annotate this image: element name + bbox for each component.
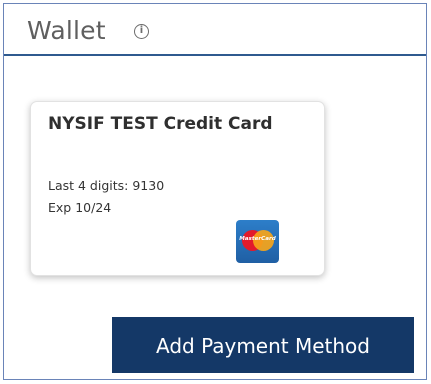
page-title: Wallet [27, 16, 106, 45]
info-icon[interactable]: i [134, 24, 149, 39]
payment-card[interactable]: NYSIF TEST Credit Card Last 4 digits: 91… [30, 101, 325, 276]
add-payment-method-button[interactable]: Add Payment Method [112, 317, 414, 373]
card-name: NYSIF TEST Credit Card [48, 114, 273, 134]
wallet-panel: Wallet i NYSIF TEST Credit Card Last 4 d… [3, 3, 427, 380]
card-expiration: Exp 10/24 [48, 200, 112, 215]
wallet-header: Wallet i [4, 4, 426, 56]
mastercard-logo-text: MasterCard [239, 236, 276, 242]
mastercard-logo-icon: MasterCard [236, 220, 279, 263]
card-last-four-digits: Last 4 digits: 9130 [48, 178, 165, 193]
